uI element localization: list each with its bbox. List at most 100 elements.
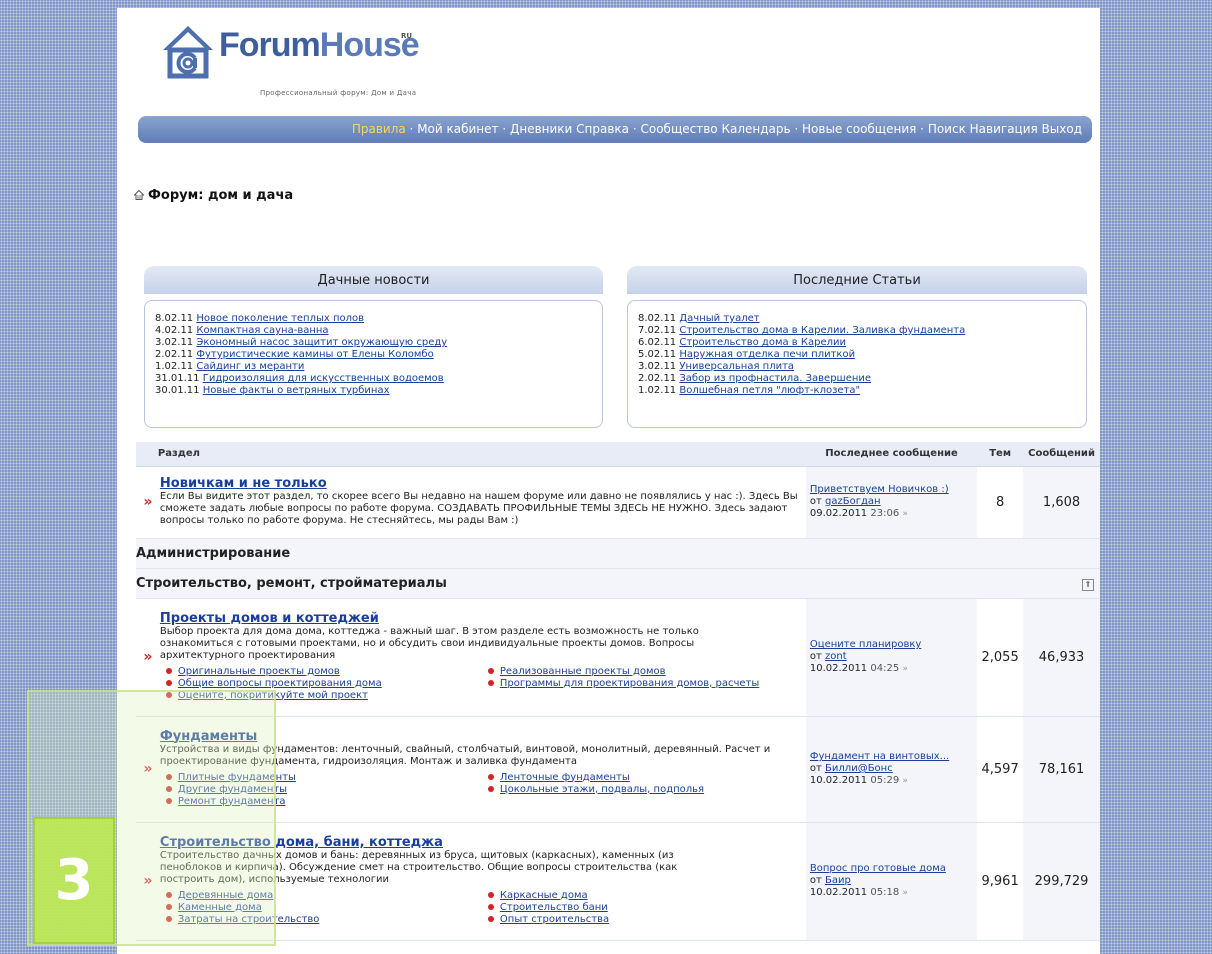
article-item: 6.02.11 Строительство дома в Карелии	[638, 337, 1076, 349]
post-count: 78,161	[1023, 716, 1100, 823]
article-item: 5.02.11 Наружная отделка печи плиткой	[638, 349, 1076, 361]
last-post-link[interactable]: Приветствуем Новичков :)	[810, 484, 949, 495]
last-post-link[interactable]: Фундамент на винтовых...	[810, 751, 949, 762]
topic-count: 8	[977, 466, 1024, 539]
nav-rules[interactable]: Правила	[352, 122, 406, 136]
forum-row: » Строительство дома, бани, коттеджа Стр…	[136, 822, 1100, 941]
articles-title: Последние Статьи	[627, 266, 1087, 294]
goto-last-icon[interactable]: »	[902, 888, 908, 898]
article-item: 8.02.11 Дачный туалет	[638, 313, 1076, 325]
article-link[interactable]: Забор из профнастила. Завершение	[679, 373, 871, 384]
goto-last-icon[interactable]: »	[902, 664, 908, 674]
articles-box: Последние Статьи 8.02.11 Дачный туалет 7.…	[627, 266, 1087, 428]
subforum-link[interactable]: Ленточные фундаменты	[500, 772, 630, 783]
last-post: Фундамент на винтовых... от Билли@Бонс 1…	[805, 716, 978, 823]
page-title: Форум: дом и дача	[148, 188, 294, 203]
last-post-link[interactable]: Оцените планировку	[810, 639, 921, 650]
news-item: 30.01.11 Новые факты о ветряных турбинах	[155, 385, 592, 397]
last-post-user[interactable]: Баир	[825, 875, 851, 886]
article-link[interactable]: Волшебная петля "люфт-клозета"	[679, 385, 860, 396]
main-nav: Правила · Мой кабинет · Дневники Справка…	[138, 116, 1092, 143]
news-box: Дачные новости 8.02.11 Новое поколение т…	[144, 266, 603, 428]
logo-title: ForumHouse	[219, 26, 420, 64]
news-link[interactable]: Компактная сауна-ванна	[196, 325, 328, 336]
subforum-link[interactable]: Программы для проектирования домов, расч…	[500, 678, 759, 689]
nav-my-cabinet[interactable]: Мой кабинет	[417, 122, 498, 136]
category-row: Администрирование	[136, 538, 1100, 569]
article-link[interactable]: Строительство дома в Карелии	[679, 337, 846, 348]
article-date: 5.02.11	[638, 349, 680, 360]
topic-count: 2,055	[977, 598, 1024, 717]
news-link[interactable]: Футуристические камины от Елены Коломбо	[196, 349, 433, 360]
subforum-link[interactable]: Оригинальные проекты домов	[178, 666, 340, 677]
col-section: Раздел	[157, 442, 806, 467]
subforum-link[interactable]: Каркасные дома	[500, 890, 588, 901]
article-date: 6.02.11	[638, 337, 680, 348]
article-link[interactable]: Строительство дома в Карелии. Заливка фу…	[679, 325, 965, 336]
nav-new-posts[interactable]: Новые сообщения	[802, 122, 916, 136]
header: ForumHouse RU Профессиональный форум: До…	[117, 8, 1100, 108]
article-link[interactable]: Наружная отделка печи плиткой	[679, 349, 855, 360]
home-icon[interactable]	[134, 190, 144, 200]
post-count: 299,729	[1023, 822, 1100, 941]
news-date: 30.01.11	[155, 385, 203, 396]
news-item: 8.02.11 Новое поколение теплых полов	[155, 313, 592, 325]
subforum-link[interactable]: Строительство бани	[500, 902, 608, 913]
collapse-icon[interactable]: ⇑	[1082, 578, 1094, 591]
article-date: 8.02.11	[638, 313, 680, 324]
articles-list: 8.02.11 Дачный туалет 7.02.11 Строительст…	[627, 300, 1087, 428]
nav-community-calendar[interactable]: Сообщество Календарь	[640, 122, 790, 136]
news-link[interactable]: Сайдинг из меранти	[196, 361, 304, 372]
last-post-user[interactable]: Билли@Бонс	[825, 763, 893, 774]
forum-description: Выбор проекта для дома дома, коттеджа - …	[159, 625, 699, 661]
post-count: 1,608	[1023, 466, 1100, 539]
last-post: Вопрос про готовые дома от Баир 10.02.20…	[805, 822, 978, 941]
news-title: Дачные новости	[144, 266, 603, 294]
goto-last-icon[interactable]: »	[902, 509, 908, 519]
news-item: 2.02.11 Футуристические камины от Елены …	[155, 349, 592, 361]
news-link[interactable]: Гидроизоляция для искусственных водоемов	[203, 373, 444, 384]
news-item: 3.02.11 Экономный насос защитит окружающ…	[155, 337, 592, 349]
goto-last-icon[interactable]: »	[902, 776, 908, 786]
last-post-user[interactable]: zont	[825, 651, 847, 662]
last-post: Приветствуем Новичков :) от gazБогдан 09…	[805, 466, 978, 539]
nav-diaries-help[interactable]: Дневники Справка	[510, 122, 629, 136]
forum-description: Если Вы видите этот раздел, то скорее вс…	[159, 490, 798, 526]
article-item: 7.02.11 Строительство дома в Карелии. За…	[638, 325, 1076, 337]
nav-search-navigation-exit[interactable]: Поиск Навигация Выход	[928, 122, 1082, 136]
forum-row: » Фундаменты Устройства и виды фундамент…	[136, 716, 1100, 823]
article-link[interactable]: Дачный туалет	[679, 313, 759, 324]
logo-ru: RU	[401, 32, 413, 40]
last-post-link[interactable]: Вопрос про готовые дома	[810, 863, 946, 874]
article-link[interactable]: Универсальная плита	[679, 361, 794, 372]
news-date: 1.02.11	[155, 361, 197, 372]
logo-tagline: Профессиональный форум: Дом и Дача	[260, 89, 417, 97]
news-date: 3.02.11	[155, 337, 197, 348]
post-count: 46,933	[1023, 598, 1100, 717]
topic-count: 9,961	[977, 822, 1024, 941]
article-date: 1.02.11	[638, 385, 680, 396]
category-row: Строительство, ремонт, стройматериалы ⇑	[136, 568, 1100, 599]
article-item: 3.02.11 Универсальная плита	[638, 361, 1076, 373]
news-item: 4.02.11 Компактная сауна-ванна	[155, 325, 592, 337]
category-admin[interactable]: Администрирование	[136, 538, 1100, 569]
col-posts: Сообщений	[1023, 442, 1100, 467]
news-link[interactable]: Новые факты о ветряных турбинах	[203, 385, 390, 396]
news-link[interactable]: Новое поколение теплых полов	[196, 313, 364, 324]
last-post-user[interactable]: gazБогдан	[825, 496, 881, 507]
subforum-link[interactable]: Реализованные проекты домов	[500, 666, 666, 677]
subforum-link[interactable]: Общие вопросы проектирования дома	[178, 678, 382, 689]
forum-title-link[interactable]: Новичкам и не только	[160, 477, 327, 490]
news-link[interactable]: Экономный насос защитит окружающую среду	[196, 337, 447, 348]
col-topics: Тем	[977, 442, 1024, 467]
last-post: Оцените планировку от zont 10.02.2011 04…	[805, 598, 978, 717]
news-item: 1.02.11 Сайдинг из меранти	[155, 361, 592, 373]
forum-title-link[interactable]: Проекты домов и коттеджей	[160, 612, 379, 625]
table-header: Раздел Последнее сообщение Тем Сообщений	[136, 442, 1100, 467]
article-date: 2.02.11	[638, 373, 680, 384]
subforum-link[interactable]: Опыт строительства	[500, 914, 609, 925]
subforum-link[interactable]: Цокольные этажи, подвалы, подполья	[500, 784, 704, 795]
article-item: 2.02.11 Забор из профнастила. Завершение	[638, 373, 1076, 385]
topic-count: 4,597	[977, 716, 1024, 823]
category-build[interactable]: Строительство, ремонт, стройматериалы	[136, 568, 1024, 599]
